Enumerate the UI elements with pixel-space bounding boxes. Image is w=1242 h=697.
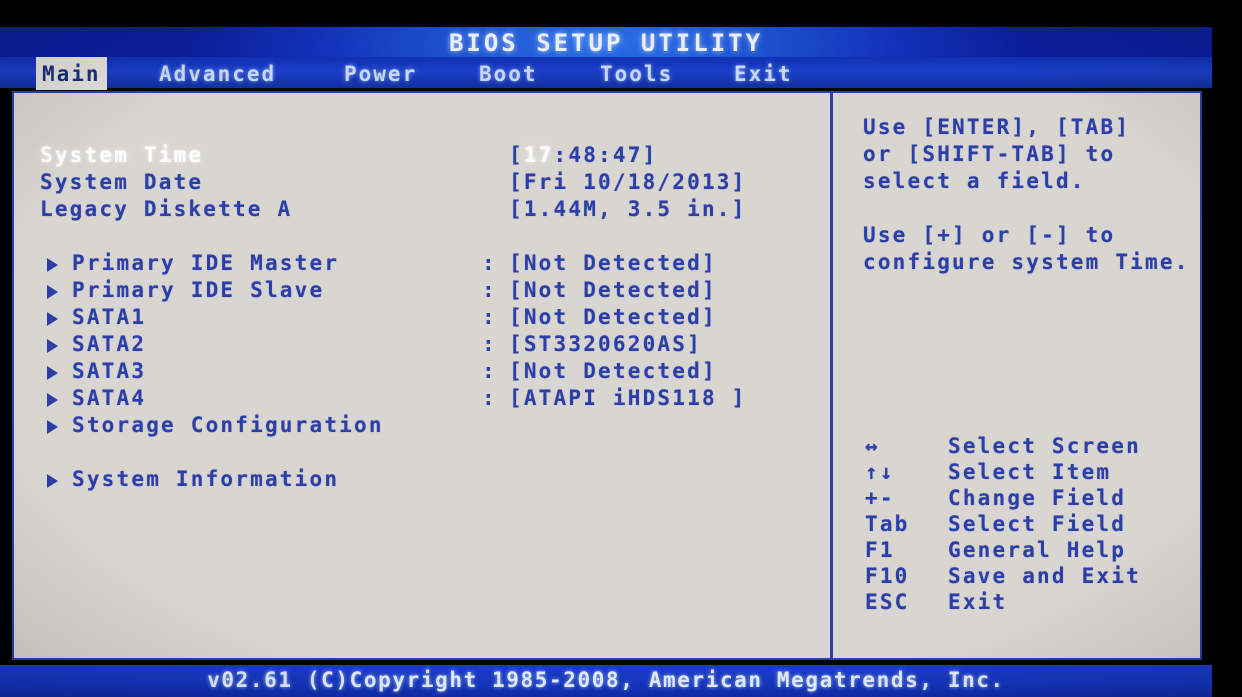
submenu-arrow-icon xyxy=(47,474,58,488)
device-storage-configuration[interactable]: Storage Configuration xyxy=(14,413,830,440)
device-system-information[interactable]: System Information xyxy=(14,467,830,494)
setting-system-date-label: System Date xyxy=(40,170,204,194)
setting-legacy-diskette-a[interactable]: Legacy Diskette A [1.44M, 3.5 in.] xyxy=(14,197,830,224)
device-sata3-value[interactable]: [Not Detected] xyxy=(509,359,717,383)
menu-tab-main[interactable]: Main xyxy=(36,57,107,90)
row-colon: : xyxy=(482,305,497,329)
submenu-arrow-icon xyxy=(47,312,58,326)
submenu-arrow-icon xyxy=(47,366,58,380)
setting-system-date[interactable]: System Date [Fri 10/18/2013] xyxy=(14,170,830,197)
key-action-label: Select Field xyxy=(948,512,1127,536)
key-action-label: Exit xyxy=(948,590,1008,614)
row-colon: : xyxy=(482,332,497,356)
setting-system-time-value[interactable]: [17:48:47] xyxy=(509,143,657,167)
help-pane: Use [ENTER], [TAB] or [SHIFT-TAB] to selec… xyxy=(833,93,1204,658)
key-action-label: Change Field xyxy=(948,486,1127,510)
device-primary-ide-slave-value[interactable]: [Not Detected] xyxy=(509,278,717,302)
device-primary-ide-slave-label: Primary IDE Slave xyxy=(72,278,325,302)
menu-tab-advanced[interactable]: Advanced xyxy=(153,61,282,88)
menu-tab-exit[interactable]: Exit xyxy=(728,61,799,88)
key-glyph-icon: ESC xyxy=(865,590,910,614)
row-colon: : xyxy=(482,278,497,302)
bios-setup-screen: BIOS SETUP UTILITY Main Advanced Power Boot… xyxy=(0,0,1242,697)
row-colon: : xyxy=(482,386,497,410)
setting-system-time-label: System Time xyxy=(40,143,204,167)
device-sata4-label: SATA4 xyxy=(72,386,147,410)
key-glyph-icon: ↑↓ xyxy=(865,460,895,484)
footer-bar: v02.61 (C)Copyright 1985-2008, American … xyxy=(0,665,1212,697)
device-primary-ide-master[interactable]: Primary IDE Master: [Not Detected] xyxy=(14,251,830,278)
menu-tab-power[interactable]: Power xyxy=(338,61,423,88)
key-legend-row: ↑↓ Select Item xyxy=(833,460,1204,486)
key-glyph-icon: ↔ xyxy=(865,434,880,458)
key-action-label: Select Screen xyxy=(948,434,1141,458)
key-action-label: Select Item xyxy=(948,460,1112,484)
key-glyph-icon: F10 xyxy=(865,564,910,588)
submenu-arrow-icon xyxy=(47,258,58,272)
help-text-line: configure system Time. xyxy=(863,250,1190,274)
submenu-arrow-icon xyxy=(47,420,58,434)
help-text-line: select a field. xyxy=(863,169,1086,193)
device-sata3-label: SATA3 xyxy=(72,359,147,383)
title-bar: BIOS SETUP UTILITY xyxy=(0,27,1212,57)
key-glyph-icon: Tab xyxy=(865,512,910,536)
help-text-line: Use [+] or [-] to xyxy=(863,223,1116,247)
device-storage-configuration-label: Storage Configuration xyxy=(72,413,384,437)
key-action-label: Save and Exit xyxy=(948,564,1141,588)
device-sata2[interactable]: SATA2: [ST3320620AS] xyxy=(14,332,830,359)
submenu-arrow-icon xyxy=(47,339,58,353)
key-legend-row: ESC Exit xyxy=(833,590,1204,616)
device-sata1-label: SATA1 xyxy=(72,305,147,329)
key-legend-row: Tab Select Field xyxy=(833,512,1204,538)
setting-legacy-diskette-a-value[interactable]: [1.44M, 3.5 in.] xyxy=(509,197,747,221)
menu-tab-boot[interactable]: Boot xyxy=(473,61,544,88)
content-frame-inner: System Time [17:48:47] System Date [Fri 10/… xyxy=(14,93,1200,658)
copyright-text: v02.61 (C)Copyright 1985-2008, American … xyxy=(207,668,1005,692)
device-sata4-value[interactable]: [ATAPI iHDS118 ] xyxy=(509,386,747,410)
device-system-information-label: System Information xyxy=(72,467,340,491)
device-primary-ide-slave[interactable]: Primary IDE Slave: [Not Detected] xyxy=(14,278,830,305)
device-sata1-value[interactable]: [Not Detected] xyxy=(509,305,717,329)
menu-bar[interactable]: Main Advanced Power Boot Tools Exit xyxy=(0,57,1212,90)
device-sata2-value[interactable]: [ST3320620AS] xyxy=(509,332,702,356)
key-glyph-icon: F1 xyxy=(865,538,895,562)
setting-system-time[interactable]: System Time [17:48:47] xyxy=(14,143,830,170)
settings-pane: System Time [17:48:47] System Date [Fri 10/… xyxy=(14,93,830,658)
selected-subfield[interactable]: 17 xyxy=(524,143,554,167)
device-sata3[interactable]: SATA3: [Not Detected] xyxy=(14,359,830,386)
device-sata4[interactable]: SATA4: [ATAPI iHDS118 ] xyxy=(14,386,830,413)
page-title: BIOS SETUP UTILITY xyxy=(448,29,764,57)
key-legend-row: F10 Save and Exit xyxy=(833,564,1204,590)
submenu-arrow-icon xyxy=(47,285,58,299)
device-sata2-label: SATA2 xyxy=(72,332,147,356)
key-legend-row: ↔ Select Screen xyxy=(833,434,1204,460)
row-colon: : xyxy=(482,251,497,275)
screen-bezel-right xyxy=(1212,0,1242,697)
row-colon: : xyxy=(482,359,497,383)
key-action-label: General Help xyxy=(948,538,1127,562)
device-sata1[interactable]: SATA1: [Not Detected] xyxy=(14,305,830,332)
setting-system-date-value[interactable]: [Fri 10/18/2013] xyxy=(509,170,747,194)
key-legend-row: F1 General Help xyxy=(833,538,1204,564)
help-text-line: or [SHIFT-TAB] to xyxy=(863,142,1116,166)
menu-tab-tools[interactable]: Tools xyxy=(594,61,679,88)
content-frame: System Time [17:48:47] System Date [Fri 10/… xyxy=(12,91,1202,660)
device-primary-ide-master-value[interactable]: [Not Detected] xyxy=(509,251,717,275)
key-legend-row: +- Change Field xyxy=(833,486,1204,512)
setting-legacy-diskette-a-label: Legacy Diskette A xyxy=(40,197,293,221)
help-text-line: Use [ENTER], [TAB] xyxy=(863,115,1131,139)
device-primary-ide-master-label: Primary IDE Master xyxy=(72,251,340,275)
key-glyph-icon: +- xyxy=(865,486,895,510)
submenu-arrow-icon xyxy=(47,393,58,407)
